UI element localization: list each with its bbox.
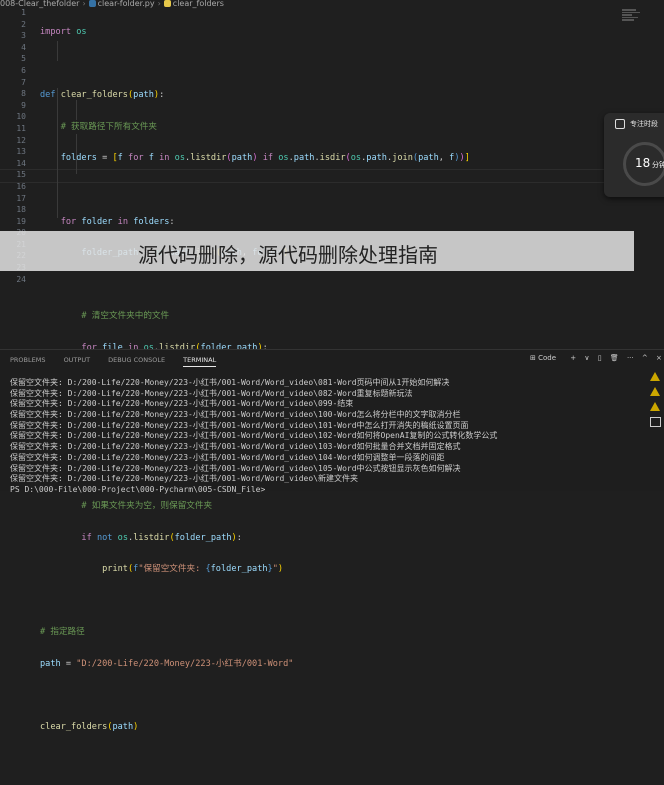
code-line: print(f"保留空文件夹: {folder_path}") <box>102 564 284 575</box>
line-number: 3 <box>21 31 26 41</box>
line-number: 17 <box>16 193 26 203</box>
code-line: if not os.listdir(folder_path): <box>81 532 242 543</box>
terminal-side-list <box>648 372 662 427</box>
banner-text: 源代码删除，源代码删除处理指南 <box>138 243 438 267</box>
terminal-line: 保留空文件夹: D:/200-Life/220-Money/223-小红书/00… <box>10 420 469 430</box>
bottom-panel: PROBLEMS OUTPUT DEBUG CONSOLE TERMINAL ⊞… <box>0 349 664 494</box>
code-line: # 指定路径 <box>40 627 85 638</box>
terminal-line: 保留空文件夹: D:/200-Life/220-Money/223-小红书/00… <box>10 399 354 409</box>
line-number: 8 <box>21 89 26 99</box>
code-line: # 如果文件夹为空，则保留文件夹 <box>81 500 213 511</box>
code-line: import os <box>40 27 87 37</box>
split-terminal-icon[interactable]: ▯ <box>598 354 602 362</box>
line-number: 7 <box>21 77 26 87</box>
line-number: 11 <box>16 123 26 133</box>
focus-session-icon <box>615 119 625 129</box>
terminal-line: 保留空文件夹: D:/200-Life/220-Money/223-小红书/00… <box>10 431 498 441</box>
line-number: 24 <box>16 274 26 284</box>
line-number: 15 <box>16 170 26 180</box>
tab-problems[interactable]: PROBLEMS <box>10 356 45 364</box>
line-number: 2 <box>21 19 26 29</box>
terminal-line: 保留空文件夹: D:/200-Life/220-Money/223-小红书/00… <box>10 474 359 484</box>
panel-tabs: PROBLEMS OUTPUT DEBUG CONSOLE TERMINAL <box>10 356 232 367</box>
breadcrumb-folder[interactable]: 008-Clear_thefolder <box>0 0 79 8</box>
title-banner: 源代码删除，源代码删除处理指南 <box>0 231 634 271</box>
code-line: for folder in folders: <box>60 216 175 227</box>
more-actions-icon[interactable]: ··· <box>627 354 634 362</box>
terminal-line: 保留空文件夹: D:/200-Life/220-Money/223-小红书/00… <box>10 388 413 398</box>
code-line: path = "D:/200-Life/220-Money/223-小红书/00… <box>40 658 294 669</box>
tab-output[interactable]: OUTPUT <box>64 356 91 364</box>
panel-toolbar: ⊞ Code + ∨ ▯ 🗑 ··· ^ × <box>530 354 664 362</box>
timer-minutes: 18 <box>635 156 651 170</box>
line-number: 13 <box>16 147 26 157</box>
line-number: 12 <box>16 135 26 145</box>
terminal-line: PS D:\000-File\000-Project\000-Pycharm\0… <box>10 484 266 494</box>
terminal-line: 保留空文件夹: D:/200-Life/220-Money/223-小红书/00… <box>10 452 445 462</box>
line-number: 14 <box>16 158 26 168</box>
maximize-panel-icon[interactable]: ^ <box>642 354 648 362</box>
line-number: 18 <box>16 205 26 215</box>
terminal-profile-label: Code <box>538 354 557 362</box>
python-file-icon <box>88 0 96 7</box>
code-line: # 清空文件夹中的文件 <box>81 311 170 322</box>
line-number: 9 <box>21 100 26 110</box>
focus-timer-widget[interactable]: 专注时段 18 分钟 <box>604 113 664 197</box>
timer-unit: 分钟 <box>652 161 664 169</box>
line-number: 16 <box>16 181 26 191</box>
warning-icon[interactable] <box>650 387 660 396</box>
line-number: 19 <box>16 216 26 226</box>
terminal-line: 保留空文件夹: D:/200-Life/220-Money/223-小红书/00… <box>10 410 461 420</box>
terminal-line: 保留空文件夹: D:/200-Life/220-Money/223-小红书/00… <box>10 378 450 387</box>
line-number: 4 <box>21 42 26 52</box>
warning-icon[interactable] <box>650 402 660 411</box>
terminal-output[interactable]: 保留空文件夹: D:/200-Life/220-Money/223-小红书/00… <box>10 378 497 496</box>
code-line: # 获取路径下所有文件夹 <box>60 121 157 132</box>
code-line: def clear_folders(path): <box>40 90 165 101</box>
tab-debug-console[interactable]: DEBUG CONSOLE <box>108 356 165 364</box>
terminal-line: 保留空文件夹: D:/200-Life/220-Money/223-小红书/00… <box>10 442 461 452</box>
close-panel-icon[interactable]: × <box>656 354 662 362</box>
breadcrumb: 008-Clear_thefolder › clear-folder.py › clea… <box>0 0 224 8</box>
minimap[interactable] <box>622 8 642 26</box>
trash-icon[interactable]: 🗑 <box>610 354 619 362</box>
code-line: clear_folders(path) <box>40 722 139 733</box>
function-symbol-icon <box>163 0 171 7</box>
terminal-profile-button[interactable]: ⊞ Code <box>530 354 562 362</box>
terminal-dropdown-icon[interactable]: ∨ <box>584 354 589 362</box>
breadcrumb-symbol[interactable]: clear_folders <box>173 0 224 8</box>
line-number: 5 <box>21 54 26 64</box>
new-terminal-button[interactable]: + <box>570 354 576 362</box>
breadcrumb-file[interactable]: clear-folder.py <box>98 0 155 8</box>
terminal-icon[interactable] <box>650 417 661 427</box>
terminal-line: 保留空文件夹: D:/200-Life/220-Money/223-小红书/00… <box>10 463 461 473</box>
line-number: 10 <box>16 112 26 122</box>
line-number: 6 <box>21 65 26 75</box>
warning-icon[interactable] <box>650 372 660 381</box>
focus-timer-title: 专注时段 <box>630 120 658 128</box>
code-line: folders = [f for f in os.listdir(path) i… <box>60 153 470 164</box>
tab-terminal[interactable]: TERMINAL <box>183 356 217 367</box>
